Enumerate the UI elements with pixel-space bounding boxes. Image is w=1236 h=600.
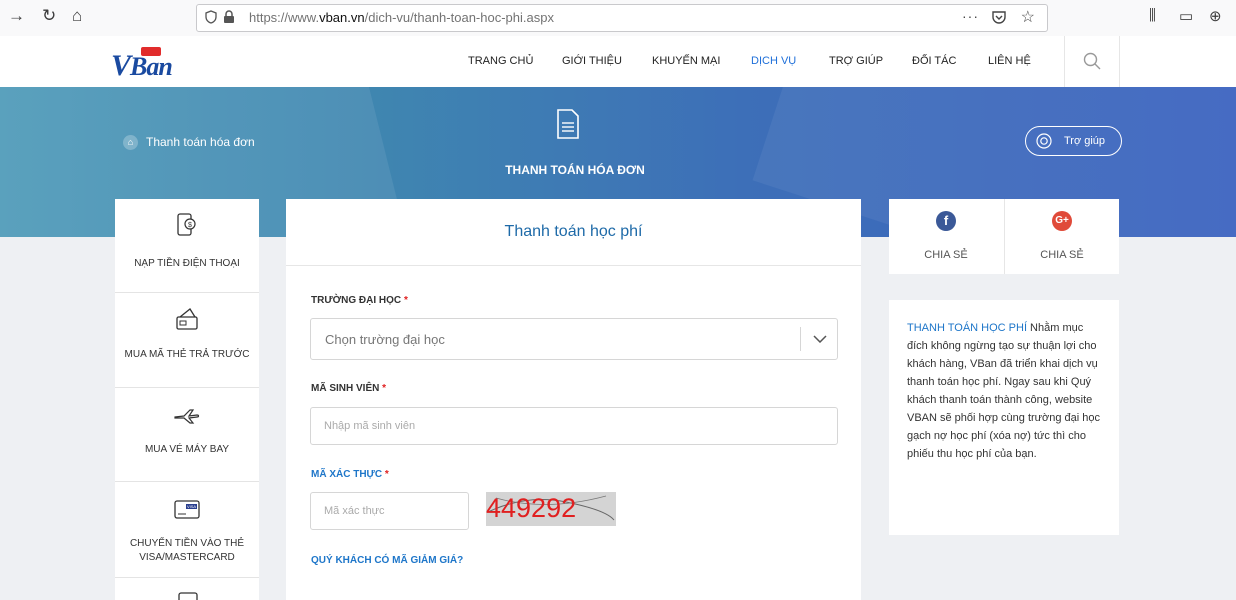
- menu-about[interactable]: GIỚI THIỆU: [562, 55, 622, 67]
- university-select-value: Chọn trường đại học: [325, 332, 445, 347]
- info-text: THANH TOÁN HỌC PHÍ Nhằm mục đích không n…: [907, 319, 1105, 463]
- chevron-down-icon: [813, 335, 827, 343]
- captcha-image: 449292: [486, 492, 616, 526]
- form-title: Thanh toán học phí: [504, 223, 643, 240]
- sidebar-item-phone-topup[interactable]: $ NẠP TIỀN ĐIỆN THOẠI: [115, 199, 259, 293]
- svg-text:$: $: [188, 222, 192, 229]
- menu-help[interactable]: TRỢ GIÚP: [829, 55, 883, 67]
- search-icon: [1083, 52, 1101, 70]
- page-actions-icon[interactable]: ···: [962, 8, 979, 24]
- logo-badge: [141, 47, 161, 56]
- url-text[interactable]: https://www.vban.vn/dich-vu/thanh-toan-h…: [249, 10, 554, 25]
- info-body: Nhằm mục đích không ngừng tạo sự thuận l…: [907, 322, 1101, 460]
- browser-toolbar: → ↻ ⌂ https://www.vban.vn/dich-vu/thanh-…: [0, 0, 1236, 37]
- library-icon[interactable]: ⫼: [1149, 7, 1156, 24]
- home-icon[interactable]: ⌂: [72, 6, 82, 26]
- menu-services[interactable]: DỊCH VỤ: [751, 55, 796, 67]
- search-button[interactable]: [1064, 36, 1120, 87]
- logo-v: V: [111, 49, 131, 82]
- divider: [286, 265, 861, 266]
- sidebar-item-label: CHUYỂN TIỀN VÀO THẺ VISA/MASTERCARD: [129, 538, 245, 563]
- discount-code-link[interactable]: QUÝ KHÁCH CÓ MÃ GIẢM GIÁ?: [311, 555, 463, 566]
- forward-icon[interactable]: →: [8, 6, 25, 26]
- breadcrumb-label[interactable]: Thanh toán hóa đơn: [146, 135, 255, 149]
- lock-icon[interactable]: [223, 10, 235, 24]
- document-icon: [557, 109, 579, 139]
- breadcrumb[interactable]: ⌂ Thanh toán hóa đơn: [123, 135, 255, 151]
- captcha-placeholder: Mã xác thực: [324, 505, 385, 517]
- logo-text: Ban: [130, 52, 173, 81]
- reload-icon[interactable]: ↻: [42, 6, 56, 26]
- facebook-share-button[interactable]: f CHIA SẺ: [889, 199, 1003, 274]
- student-id-placeholder: Nhập mã sinh viên: [324, 420, 416, 432]
- sidebar-item-flight[interactable]: MUA VÉ MÁY BAY: [115, 388, 259, 482]
- sidebar-item-label: NẠP TIỀN ĐIỆN THOẠI: [134, 258, 240, 269]
- sidebar-icon[interactable]: ▭: [1179, 7, 1193, 25]
- help-button[interactable]: Trợ giúp: [1025, 126, 1122, 156]
- prepaid-card-icon: [176, 308, 198, 330]
- student-id-label: MÃ SINH VIÊN *: [311, 383, 387, 394]
- facebook-share-label: CHIA SẺ: [924, 249, 968, 261]
- info-highlight: THANH TOÁN HỌC PHÍ: [907, 322, 1027, 334]
- help-label: Trợ giúp: [1064, 135, 1106, 147]
- phone-topup-icon: $: [177, 213, 196, 236]
- pocket-icon[interactable]: [991, 9, 1007, 25]
- university-label: TRƯỜNG ĐẠI HỌC *: [311, 295, 408, 306]
- bookmark-star-icon[interactable]: ☆: [1021, 7, 1035, 27]
- home-icon[interactable]: ⌂: [123, 135, 138, 151]
- svg-text:VISA: VISA: [187, 504, 196, 509]
- site-header: VBan TRANG CHỦ GIỚI THIỆU KHUYẾN MẠI DỊC…: [0, 36, 1236, 87]
- captcha-label: MÃ XÁC THỰC *: [311, 469, 389, 480]
- menu-contact[interactable]: LIÊN HỆ: [988, 55, 1031, 67]
- more-service-icon: [178, 592, 198, 600]
- select-toggle[interactable]: [800, 327, 837, 351]
- sidebar-item-label: MUA VÉ MÁY BAY: [144, 444, 230, 455]
- account-icon[interactable]: ⊕: [1209, 7, 1222, 25]
- lifebuoy-icon: [1036, 133, 1052, 149]
- google-share-label: CHIA SẺ: [1040, 249, 1084, 261]
- student-id-input[interactable]: Nhập mã sinh viên: [310, 407, 838, 445]
- menu-promotions[interactable]: KHUYẾN MẠI: [652, 55, 720, 67]
- sidebar-item-label: MUA MÃ THẺ TRẢ TRƯỚC: [124, 349, 250, 360]
- university-select[interactable]: Chọn trường đại học: [310, 318, 838, 360]
- share-box: f CHIA SẺ G+ CHIA SẺ: [889, 199, 1119, 274]
- address-bar[interactable]: https://www.vban.vn/dich-vu/thanh-toan-h…: [196, 4, 1048, 32]
- google-share-button[interactable]: G+ CHIA SẺ: [1004, 199, 1119, 274]
- captcha-input[interactable]: Mã xác thực: [310, 492, 469, 530]
- visa-card-icon: VISA: [174, 500, 200, 519]
- airplane-icon: [174, 409, 200, 424]
- banner-title: THANH TOÁN HÓA ĐƠN: [505, 163, 645, 177]
- menu-home[interactable]: TRANG CHỦ: [468, 55, 533, 67]
- menu-partners[interactable]: ĐỐI TÁC: [912, 55, 956, 67]
- sidebar-item-visa-transfer[interactable]: VISA CHUYỂN TIỀN VÀO THẺ VISA/MASTERCARD: [115, 482, 259, 578]
- captcha-code: 449292: [486, 493, 577, 523]
- google-plus-icon: G+: [1052, 211, 1072, 231]
- tracking-shield-icon[interactable]: [205, 10, 217, 24]
- service-sidebar: $ NẠP TIỀN ĐIỆN THOẠI MUA MÃ THẺ TRẢ TRƯ…: [115, 199, 259, 600]
- facebook-icon: f: [936, 211, 956, 231]
- vban-logo[interactable]: VBan: [111, 47, 173, 83]
- sidebar-item-prepaid-card[interactable]: MUA MÃ THẺ TRẢ TRƯỚC: [115, 293, 259, 388]
- info-box: THANH TOÁN HỌC PHÍ Nhằm mục đích không n…: [889, 300, 1119, 535]
- payment-form-card: Thanh toán học phí TRƯỜNG ĐẠI HỌC * Chọn…: [286, 199, 861, 600]
